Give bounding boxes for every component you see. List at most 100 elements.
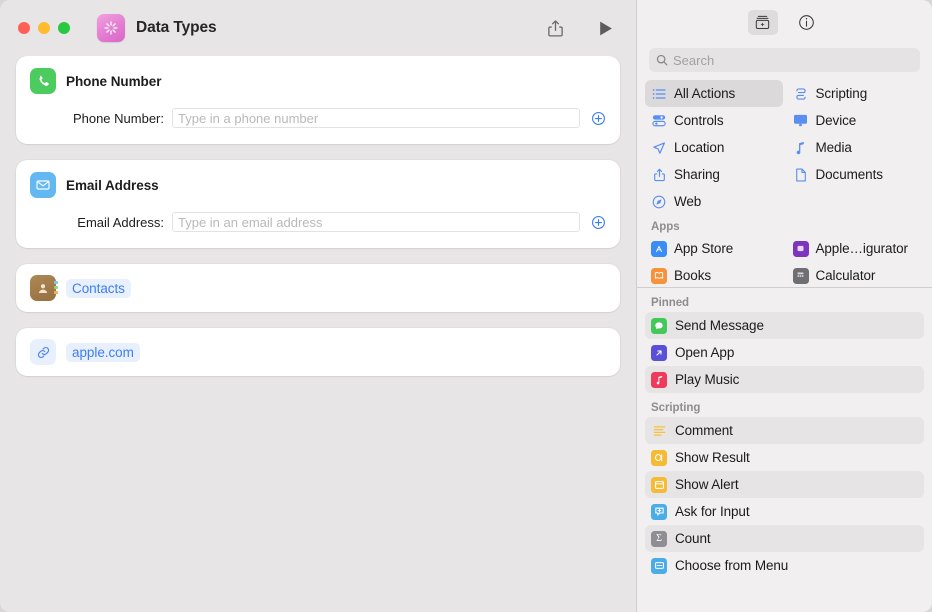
- action-item-show-alert[interactable]: Show Alert: [645, 471, 924, 498]
- category-label: Media: [815, 140, 852, 155]
- app-label: App Store: [674, 241, 734, 256]
- category-label: All Actions: [674, 86, 736, 101]
- action-item-label: Count: [675, 531, 711, 546]
- category-documents[interactable]: Documents: [787, 161, 925, 188]
- open-app-icon: [651, 344, 667, 361]
- action-card-contacts[interactable]: Contacts: [16, 264, 620, 312]
- document-title: Data Types: [136, 19, 217, 36]
- category-label: Documents: [815, 167, 883, 182]
- run-shortcut-button[interactable]: [590, 14, 620, 42]
- display-icon: [793, 114, 809, 127]
- category-label: Controls: [674, 113, 724, 128]
- category-web[interactable]: Web: [645, 188, 783, 215]
- music-note-icon: [793, 141, 809, 155]
- action-card-phone-number[interactable]: Phone Number Phone Number:: [16, 56, 620, 144]
- email-address-input[interactable]: [172, 212, 580, 232]
- search-input[interactable]: [673, 52, 913, 68]
- action-item-label: Ask for Input: [675, 504, 750, 519]
- search-icon: [656, 54, 668, 66]
- apps-section-header: Apps: [651, 221, 680, 233]
- app-store-icon: [651, 240, 667, 257]
- info-circle-icon[interactable]: [792, 10, 822, 35]
- category-location[interactable]: Location: [645, 134, 783, 161]
- window-titlebar: Data Types: [0, 0, 636, 56]
- category-controls[interactable]: Controls: [645, 107, 783, 134]
- minimize-button[interactable]: [38, 22, 50, 34]
- ask-input-icon: [651, 503, 667, 520]
- section-header-pinned: Pinned: [651, 297, 690, 309]
- action-item-count[interactable]: Σ Count: [645, 525, 924, 552]
- action-item-comment[interactable]: Comment: [645, 417, 924, 444]
- action-item-label: Show Result: [675, 450, 750, 465]
- traffic-lights: [18, 22, 70, 34]
- category-scripting[interactable]: Scripting: [787, 80, 925, 107]
- phone-icon: [30, 68, 56, 94]
- action-library-icon[interactable]: [747, 9, 778, 35]
- search-field[interactable]: [649, 48, 920, 72]
- category-device[interactable]: Device: [787, 107, 925, 134]
- contacts-token[interactable]: Contacts: [66, 278, 131, 298]
- mail-icon: [30, 172, 56, 198]
- scroll-icon: [793, 87, 809, 101]
- action-item-send-message[interactable]: Send Message: [645, 312, 924, 339]
- add-variable-icon[interactable]: [590, 110, 606, 126]
- action-item-label: Choose from Menu: [675, 558, 789, 573]
- category-label: Web: [674, 194, 702, 209]
- contacts-app-icon: [30, 275, 58, 301]
- action-item-play-music[interactable]: Play Music: [645, 366, 924, 393]
- phone-number-label: Phone Number:: [72, 110, 164, 126]
- action-card-url[interactable]: apple.com: [16, 328, 620, 376]
- app-label: Apple…igurator: [815, 241, 909, 256]
- link-icon: [30, 339, 56, 365]
- action-item-ask-for-input[interactable]: Ask for Input: [645, 498, 924, 525]
- action-header: Email Address: [30, 172, 606, 198]
- add-variable-icon[interactable]: [590, 214, 606, 230]
- apple-configurator-icon: [792, 240, 809, 257]
- app-item-books[interactable]: Books: [645, 262, 783, 287]
- app-item-apple-configurator[interactable]: Apple…igurator: [787, 235, 925, 262]
- category-sharing[interactable]: Sharing: [645, 161, 783, 188]
- comment-icon: [651, 423, 667, 439]
- music-icon: [651, 371, 667, 388]
- contacts-tab-mark: [54, 281, 58, 284]
- action-item-label: Play Music: [675, 372, 740, 387]
- action-card-email-address[interactable]: Email Address Email Address:: [16, 160, 620, 248]
- action-item-show-result[interactable]: Show Result: [645, 444, 924, 471]
- action-title: Email Address: [66, 177, 159, 193]
- app-label: Calculator: [815, 268, 876, 283]
- zoom-button[interactable]: [58, 22, 70, 34]
- action-item-open-app[interactable]: Open App: [645, 339, 924, 366]
- category-label: Device: [815, 113, 857, 128]
- safari-icon: [651, 195, 667, 209]
- actions-list: Pinned Send Message Open App Play Music …: [637, 288, 932, 612]
- action-item-label: Open App: [675, 345, 735, 360]
- action-item-label: Comment: [675, 423, 733, 438]
- shortcut-editor-pane: Data Types Phone Number Phone Number: Ty…: [0, 0, 636, 612]
- messages-icon: [651, 317, 667, 334]
- list-bullet-icon: [651, 88, 667, 100]
- phone-number-input[interactable]: [172, 108, 580, 128]
- app-item-app-store[interactable]: App Store: [645, 235, 783, 262]
- category-grid: All Actions Scripting Controls Device Lo…: [637, 80, 932, 287]
- action-title: Phone Number: [66, 73, 162, 89]
- show-result-icon: [651, 449, 667, 466]
- controls-icon: [651, 114, 667, 127]
- category-label: Scripting: [815, 86, 868, 101]
- action-item-choose-from-menu[interactable]: Choose from Menu: [645, 552, 924, 579]
- email-address-label: Email Address:: [77, 214, 164, 230]
- category-all-actions[interactable]: All Actions: [645, 80, 783, 107]
- close-button[interactable]: [18, 22, 30, 34]
- category-label: Sharing: [674, 167, 720, 182]
- share-button[interactable]: [540, 14, 570, 42]
- action-parameter-row: Phone Number:: [30, 108, 606, 128]
- app-item-calculator[interactable]: Calculator: [787, 262, 925, 287]
- action-header: Phone Number: [30, 68, 606, 94]
- show-alert-icon: [651, 476, 667, 493]
- section-header-scripting: Scripting: [651, 402, 701, 414]
- menu-icon: [651, 557, 667, 574]
- app-label: Books: [674, 268, 712, 283]
- action-parameter-row: Email Address:: [30, 212, 606, 232]
- url-token[interactable]: apple.com: [66, 342, 140, 362]
- shortcuts-app-icon: [97, 14, 125, 42]
- category-media[interactable]: Media: [787, 134, 925, 161]
